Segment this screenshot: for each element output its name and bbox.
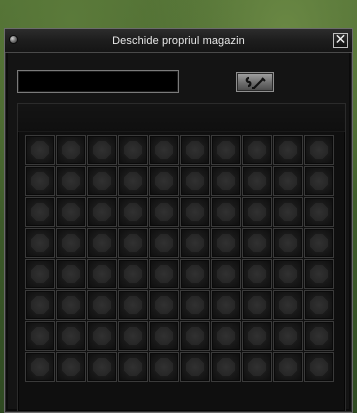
item-slot[interactable] [56,259,86,289]
item-slot[interactable] [180,166,210,196]
item-slot[interactable] [56,166,86,196]
item-slot[interactable] [304,290,334,320]
item-slot[interactable] [56,135,86,165]
item-slot[interactable] [211,197,241,227]
item-slot[interactable] [149,228,179,258]
item-slot[interactable] [149,259,179,289]
shop-items-panel [17,103,346,412]
item-slot[interactable] [180,135,210,165]
item-slot[interactable] [211,228,241,258]
item-slot[interactable] [118,197,148,227]
item-slot[interactable] [149,197,179,227]
item-slot[interactable] [211,259,241,289]
sign-icon [245,76,266,89]
item-slot[interactable] [242,135,272,165]
item-slot[interactable] [242,166,272,196]
item-slot[interactable] [273,197,303,227]
sign-button[interactable] [236,72,274,92]
item-slot[interactable] [242,228,272,258]
item-slot[interactable] [273,259,303,289]
panel-header [18,104,345,132]
item-slot[interactable] [25,290,55,320]
item-slot[interactable] [149,135,179,165]
item-slot[interactable] [149,166,179,196]
item-slot[interactable] [304,135,334,165]
item-slot[interactable] [56,197,86,227]
item-slot[interactable] [56,321,86,351]
item-slot[interactable] [87,166,117,196]
item-slot[interactable] [304,197,334,227]
item-slots-grid [25,135,338,393]
item-slot[interactable] [25,228,55,258]
item-slot[interactable] [56,228,86,258]
item-slot[interactable] [180,321,210,351]
item-slot[interactable] [242,321,272,351]
item-slot[interactable] [304,352,334,382]
item-slot[interactable] [87,321,117,351]
item-slot[interactable] [211,166,241,196]
item-slot[interactable] [149,352,179,382]
window-titlebar[interactable]: Deschide propriul magazin ✕ [5,29,352,53]
item-slot[interactable] [304,228,334,258]
item-slot[interactable] [25,352,55,382]
item-slot[interactable] [273,135,303,165]
item-slot[interactable] [149,290,179,320]
item-slot[interactable] [56,352,86,382]
item-slot[interactable] [273,228,303,258]
item-slot[interactable] [242,352,272,382]
item-slot[interactable] [118,290,148,320]
item-slot[interactable] [87,228,117,258]
item-slot[interactable] [211,290,241,320]
item-slot[interactable] [118,135,148,165]
item-slot[interactable] [56,290,86,320]
item-slot[interactable] [273,166,303,196]
item-slot[interactable] [180,352,210,382]
item-slot[interactable] [25,197,55,227]
close-icon: ✕ [334,32,347,48]
item-slot[interactable] [87,135,117,165]
item-slot[interactable] [87,352,117,382]
item-slot[interactable] [304,259,334,289]
item-slot[interactable] [273,352,303,382]
item-slot[interactable] [211,135,241,165]
item-slot[interactable] [180,290,210,320]
item-slot[interactable] [273,290,303,320]
item-slot[interactable] [211,321,241,351]
item-slot[interactable] [25,259,55,289]
item-slot[interactable] [242,290,272,320]
item-slot[interactable] [304,321,334,351]
item-slot[interactable] [87,290,117,320]
item-slot[interactable] [242,197,272,227]
item-slot[interactable] [304,166,334,196]
item-slot[interactable] [25,135,55,165]
item-slot[interactable] [149,321,179,351]
close-button[interactable]: ✕ [333,33,348,48]
open-shop-window: Deschide propriul magazin ✕ [4,28,353,413]
item-slot[interactable] [118,321,148,351]
item-slot[interactable] [242,259,272,289]
item-slot[interactable] [25,166,55,196]
item-slot[interactable] [118,352,148,382]
item-slot[interactable] [273,321,303,351]
item-slot[interactable] [118,166,148,196]
item-slot[interactable] [118,259,148,289]
item-slot[interactable] [180,259,210,289]
item-slot[interactable] [180,197,210,227]
window-title: Deschide propriul magazin [112,35,245,47]
item-slot[interactable] [87,259,117,289]
item-slot[interactable] [25,321,55,351]
shop-name-input[interactable] [17,70,179,93]
item-slot[interactable] [211,352,241,382]
item-slot[interactable] [180,228,210,258]
item-slot[interactable] [87,197,117,227]
item-slot[interactable] [118,228,148,258]
